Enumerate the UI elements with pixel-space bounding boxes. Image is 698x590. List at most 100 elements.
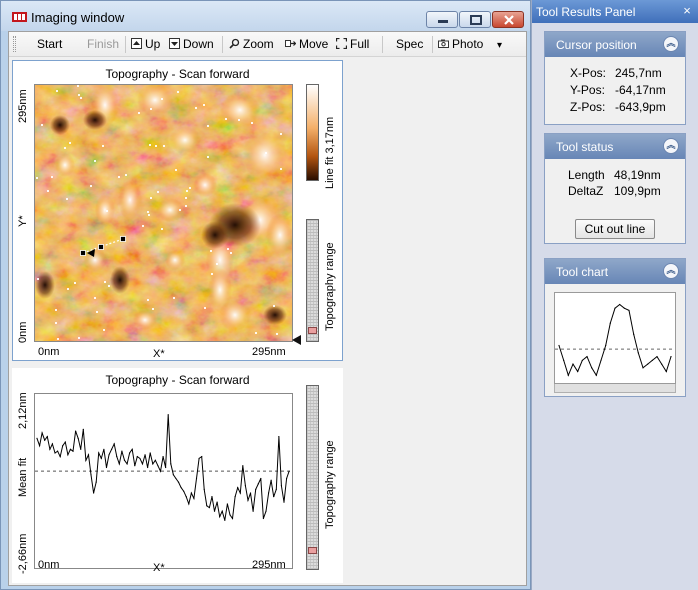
full-button[interactable]: Full <box>336 37 369 51</box>
x-tick-right: 295nm <box>252 346 286 358</box>
topography-speck <box>56 90 58 92</box>
profile-data-point <box>72 450 74 452</box>
topography-speck <box>173 297 175 299</box>
zoom-icon <box>229 38 240 49</box>
toolbar-separator <box>382 36 383 53</box>
tool-chart-data-point <box>633 333 635 335</box>
deltaz-value: 109,9pm <box>614 184 661 198</box>
topography-speck <box>210 250 212 252</box>
profile-panel: Topography - Scan forward 2,12nm Mean fi… <box>12 368 343 583</box>
minimize-button[interactable] <box>426 11 458 28</box>
range-slider-thumb[interactable] <box>308 546 317 554</box>
profile-y-tick-top: 2,12nm <box>17 392 29 429</box>
range-pointer-icon[interactable] <box>292 335 302 345</box>
tool-chart-data-point <box>642 367 644 369</box>
close-panel-icon[interactable]: × <box>680 4 694 18</box>
collapse-icon[interactable]: ︽ <box>663 138 679 154</box>
move-button[interactable]: Move <box>285 37 328 51</box>
range-slider-thumb[interactable] <box>308 327 317 335</box>
topography-speck <box>104 281 106 283</box>
toolbar-separator <box>125 36 126 53</box>
tool-chart-data-point <box>572 363 574 365</box>
topography-speck <box>149 144 151 146</box>
measure-handle <box>120 236 126 242</box>
finish-button[interactable]: Finish <box>87 37 119 51</box>
tool-chart-data-point <box>670 356 672 358</box>
profile-data-point <box>183 490 185 492</box>
window-title: Imaging window <box>31 10 125 25</box>
profile-data-point <box>231 517 234 520</box>
topography-speck <box>57 338 59 340</box>
topography-speck <box>78 337 80 339</box>
topography-image[interactable] <box>34 84 293 342</box>
profile-data-point <box>239 492 241 494</box>
toolbar-grip[interactable] <box>13 36 16 52</box>
profile-data-point <box>116 456 118 458</box>
profile-chart-canvas[interactable] <box>35 394 292 568</box>
profile-data-point <box>267 492 270 494</box>
tool-chart-header[interactable]: Tool chart ︽ <box>545 259 685 284</box>
profile-data-point <box>273 496 275 498</box>
cursor-position-header[interactable]: Cursor position ︽ <box>545 32 685 57</box>
topography-pit <box>35 271 55 299</box>
tool-results-title-bar[interactable]: Tool Results Panel × <box>532 0 698 23</box>
tool-chart[interactable] <box>554 292 676 384</box>
imaging-toolbar: Start Finish Up Down Zoom Move Full Spec… <box>9 32 526 57</box>
window-titlebar[interactable]: Imaging window <box>1 1 530 31</box>
profile-data-point <box>59 456 61 458</box>
y-tick-top: 295nm <box>17 89 29 123</box>
imaging-window: Imaging window Start Finish Up Down Zoom… <box>0 0 531 590</box>
photo-label: Photo <box>452 37 484 51</box>
tool-chart-data-point <box>586 356 588 358</box>
profile-x-axis-label: X* <box>153 562 165 574</box>
profile-data-point <box>56 450 59 452</box>
photo-button[interactable]: Photo <box>438 37 483 51</box>
profile-data-point <box>82 428 84 430</box>
profile-data-point <box>67 454 69 456</box>
profile-data-point <box>87 454 90 456</box>
restore-icon <box>470 15 482 25</box>
topography-speck <box>147 211 149 213</box>
tool-status-group: Tool status ︽ Length 48,19nm DeltaZ 109,… <box>544 133 686 244</box>
topography-speck <box>103 329 105 331</box>
profile-chart[interactable] <box>34 393 293 569</box>
close-button[interactable] <box>492 11 524 28</box>
topography-pit <box>263 305 287 325</box>
toolbar-overflow-button[interactable]: ▾ <box>497 40 502 51</box>
cut-out-line-button[interactable]: Cut out line <box>575 219 655 239</box>
tool-chart-data-point <box>595 374 597 376</box>
topography-grain <box>137 85 173 116</box>
zoom-button[interactable]: Zoom <box>229 37 274 51</box>
topography-speck <box>64 147 66 149</box>
profile-data-point <box>108 454 110 456</box>
topography-image-canvas[interactable] <box>35 85 293 342</box>
profile-range-slider[interactable] <box>306 385 319 570</box>
topography-speck <box>161 228 163 230</box>
spec-button[interactable]: Spec <box>396 37 423 51</box>
profile-data-point <box>224 519 226 521</box>
profile-data-point <box>252 510 254 512</box>
profile-data-point <box>44 439 46 441</box>
collapse-icon[interactable]: ︽ <box>663 36 679 52</box>
tool-chart-data-point <box>609 322 611 324</box>
tool-chart-data-point <box>558 344 560 347</box>
topography-speck <box>227 248 229 250</box>
profile-data-point <box>51 443 54 445</box>
tool-status-header[interactable]: Tool status ︽ <box>545 134 685 159</box>
profile-data-point <box>185 496 187 498</box>
profile-data-point <box>113 443 115 445</box>
tool-chart-data-point <box>563 359 565 361</box>
tool-chart-scrollbar[interactable] <box>554 384 676 393</box>
maximize-button[interactable] <box>459 11 491 28</box>
start-button[interactable]: Start <box>37 37 62 51</box>
topography-range-slider[interactable] <box>306 219 319 342</box>
topography-speck <box>195 107 197 109</box>
topography-speck <box>265 152 267 154</box>
up-button[interactable]: Up <box>131 37 160 51</box>
collapse-icon[interactable]: ︽ <box>663 263 679 279</box>
profile-data-point <box>249 492 252 494</box>
topography-speck <box>280 133 282 135</box>
topography-speck <box>179 209 181 211</box>
down-button[interactable]: Down <box>169 37 214 51</box>
profile-data-point <box>121 450 123 452</box>
